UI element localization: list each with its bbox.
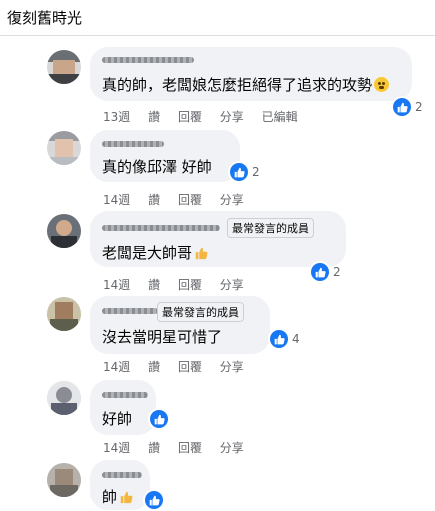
reply-button[interactable]: 回覆 — [178, 441, 202, 455]
comment-time[interactable]: 14週 — [103, 278, 130, 292]
author-name[interactable] — [102, 141, 164, 147]
comment-actions: 14週 讚 回覆 分享 — [103, 358, 258, 375]
comment-time[interactable]: 13週 — [103, 110, 130, 124]
thumbs-up-emoji — [120, 491, 133, 504]
top-contributor-badge: 最常發言的成員 — [157, 302, 244, 322]
share-button[interactable]: 分享 — [220, 441, 244, 455]
like-button[interactable]: 讚 — [148, 193, 160, 207]
like-button[interactable]: 讚 — [148, 278, 160, 292]
top-contributor-badge: 最常發言的成員 — [227, 218, 314, 238]
author-name[interactable] — [102, 472, 142, 478]
author-name[interactable] — [102, 225, 220, 231]
comment-actions: 14週 讚 回覆 分享 — [103, 276, 258, 293]
reaction-summary[interactable]: 4 — [270, 328, 300, 350]
comment-time[interactable]: 14週 — [103, 193, 130, 207]
avatar[interactable] — [47, 214, 81, 248]
author-name[interactable] — [102, 392, 148, 398]
avatar[interactable] — [47, 381, 81, 415]
reaction-count: 4 — [292, 332, 300, 346]
comment-time[interactable]: 14週 — [103, 360, 130, 374]
reaction-summary[interactable] — [145, 489, 163, 511]
page-title: 復刻舊時光 — [7, 9, 83, 27]
like-reaction-icon — [230, 163, 248, 181]
edited-label: 已編輯 — [261, 110, 298, 124]
comment-bubble: 帥 — [90, 460, 150, 510]
reaction-summary[interactable]: 2 — [311, 261, 341, 283]
reaction-summary[interactable] — [150, 408, 168, 430]
comment-text: 好帥 — [102, 410, 133, 428]
like-button[interactable]: 讚 — [148, 360, 160, 374]
thumbs-up-emoji — [195, 247, 208, 260]
comment-actions: 14週 讚 回覆 分享 — [103, 191, 258, 208]
avatar[interactable] — [47, 50, 81, 84]
comment-bubble: 最常發言的成員 沒去當明星可惜了 — [90, 296, 270, 354]
comment-text: 真的帥，老闆娘怎麼拒絕得了追求的攻勢 — [102, 76, 373, 94]
reply-button[interactable]: 回覆 — [178, 193, 202, 207]
reaction-count: 2 — [252, 165, 260, 179]
comment-bubble: 真的像邱澤 好帥 — [90, 130, 240, 182]
comment-time[interactable]: 14週 — [103, 441, 130, 455]
comment-actions: 14週 讚 回覆 分享 — [103, 439, 258, 456]
author-name[interactable] — [102, 57, 194, 63]
like-reaction-icon — [145, 491, 163, 509]
like-reaction-icon — [393, 98, 411, 116]
avatar[interactable] — [47, 297, 81, 331]
comment-text: 帥 — [102, 488, 118, 506]
like-reaction-icon — [311, 263, 329, 281]
avatar[interactable] — [47, 463, 81, 497]
comment-actions: 13週 讚 回覆 分享 已編輯 — [103, 108, 312, 125]
like-reaction-icon — [150, 410, 168, 428]
reply-button[interactable]: 回覆 — [178, 360, 202, 374]
comment-bubble: 真的帥，老闆娘怎麼拒絕得了追求的攻勢 — [90, 47, 412, 101]
like-button[interactable]: 讚 — [148, 441, 160, 455]
share-button[interactable]: 分享 — [220, 360, 244, 374]
reply-button[interactable]: 回覆 — [178, 110, 202, 124]
avatar[interactable] — [47, 131, 81, 165]
share-button[interactable]: 分享 — [220, 278, 244, 292]
share-button[interactable]: 分享 — [220, 193, 244, 207]
comment-bubble: 最常發言的成員 老闆是大帥哥 — [90, 211, 346, 267]
flushed-face-emoji — [374, 77, 390, 92]
like-button[interactable]: 讚 — [148, 110, 160, 124]
header-divider — [0, 35, 435, 36]
comment-text: 真的像邱澤 好帥 — [102, 158, 212, 176]
comment-text: 老闆是大帥哥 — [102, 244, 193, 262]
reaction-count: 2 — [333, 265, 341, 279]
reaction-summary[interactable]: 2 — [230, 161, 260, 183]
share-button[interactable]: 分享 — [220, 110, 244, 124]
author-name[interactable] — [102, 308, 158, 314]
reaction-summary[interactable]: 2 — [393, 96, 423, 118]
reply-button[interactable]: 回覆 — [178, 278, 202, 292]
comment-text: 沒去當明星可惜了 — [102, 328, 223, 346]
reaction-count: 2 — [415, 100, 423, 114]
like-reaction-icon — [270, 330, 288, 348]
comment-bubble: 好帥 — [90, 380, 156, 435]
